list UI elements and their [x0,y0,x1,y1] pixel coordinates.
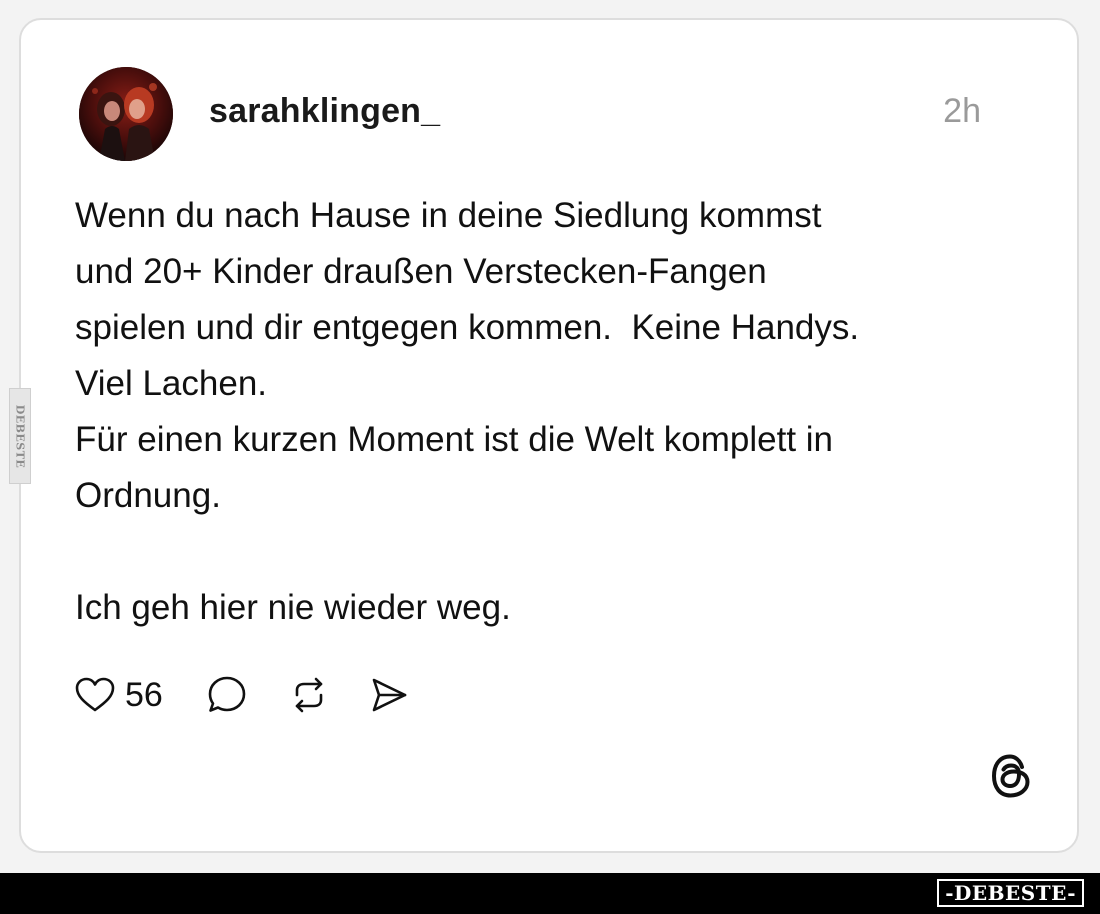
like-button[interactable]: 56 [75,676,207,715]
threads-logo-icon[interactable] [989,752,1033,805]
post-text-line: Wenn du nach Hause in deine Siedlung kom… [75,196,822,235]
footer-bar: -DEBESTE- [0,873,1100,914]
post-text-line: Ich geh hier nie wieder weg. [75,588,511,627]
send-icon [372,678,407,712]
post-timestamp: 2h [943,92,981,130]
share-button[interactable] [369,675,409,715]
post-actions-bar: 56 [75,670,409,720]
post-text-line: Für einen kurzen Moment ist die Welt kom… [75,420,834,459]
like-count: 56 [125,675,163,714]
threads-logo-glyph [992,754,1030,798]
post-text-line: Viel Lachen. [75,364,268,403]
side-watermark-text: DEBESTE [13,404,27,468]
avatar[interactable] [79,67,173,161]
post-text-line: und 20+ Kinder draußen Verstecken-Fangen [75,252,767,291]
username-link[interactable]: sarahklingen_ [209,92,440,131]
repost-icon [295,677,323,713]
post-text-line: Ordnung. [75,476,221,515]
repost-button[interactable] [289,675,329,715]
comment-bubble-icon [208,676,246,712]
comment-button[interactable] [207,675,247,715]
brand-watermark-badge: -DEBESTE- [937,879,1084,907]
post-text-line: spielen und dir entgegen kommen. Keine H… [75,308,860,347]
heart-icon [75,677,115,712]
side-watermark: DEBESTE [9,388,31,484]
post-body: Wenn du nach Hause in deine Siedlung kom… [75,188,1035,636]
threads-post-card: sarahklingen_ 2h Wenn du nach Hause in d… [19,18,1079,853]
avatar-photo [79,67,173,161]
